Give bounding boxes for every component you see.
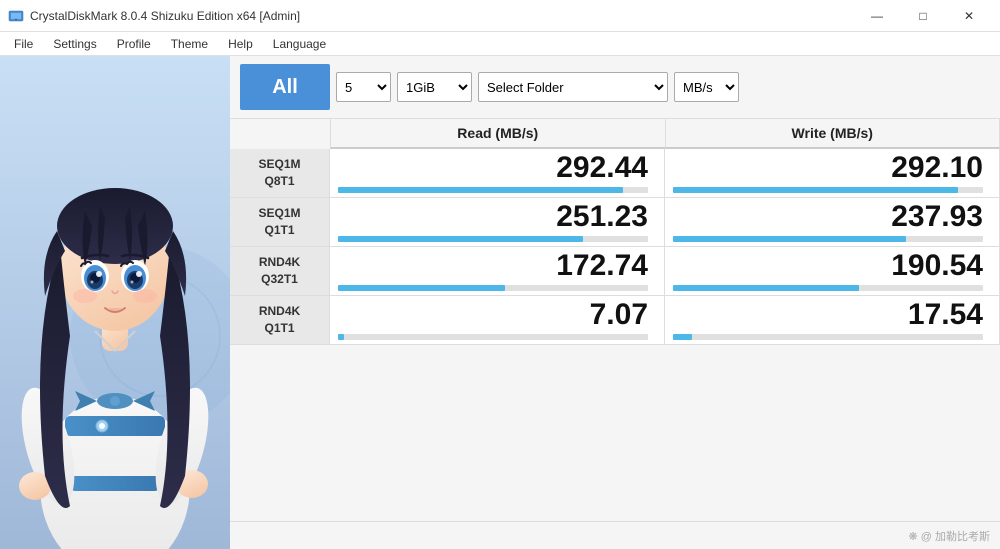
right-panel: All 1359oo 16MiB64MiB256MiB1GiB4GiB16GiB… (230, 56, 1000, 549)
unit-select[interactable]: MB/sGB/sIOPSμs (674, 72, 739, 102)
row-label-3: RND4KQ1T1 (230, 296, 330, 344)
row-read-3: 7.07 (330, 296, 665, 344)
menu-item-file[interactable]: File (4, 32, 43, 56)
folder-select[interactable]: Select Folder (478, 72, 668, 102)
read-bar-2 (338, 285, 505, 291)
write-bar-container-3 (673, 334, 983, 340)
all-button[interactable]: All (240, 64, 330, 110)
row-label-1: SEQ1MQ1T1 (230, 198, 330, 246)
row-read-2: 172.74 (330, 247, 665, 295)
read-header: Read (MB/s) (330, 119, 665, 149)
write-bar-container-1 (673, 236, 983, 242)
app-icon (8, 8, 24, 24)
write-value-0: 292.10 (891, 153, 983, 183)
main-content: All 1359oo 16MiB64MiB256MiB1GiB4GiB16GiB… (0, 56, 1000, 549)
maximize-button[interactable]: □ (900, 0, 946, 32)
bench-row-3: RND4KQ1T1 7.07 17.54 (230, 296, 1000, 345)
row-read-1: 251.23 (330, 198, 665, 246)
write-bar-2 (673, 285, 859, 291)
write-bar-container-0 (673, 187, 983, 193)
title-bar-controls: — □ ✕ (854, 0, 992, 32)
write-value-3: 17.54 (908, 300, 983, 330)
menu-item-language[interactable]: Language (263, 32, 336, 56)
read-bar-1 (338, 236, 583, 242)
write-value-1: 237.93 (891, 202, 983, 232)
read-bar-0 (338, 187, 623, 193)
menu-item-profile[interactable]: Profile (107, 32, 161, 56)
size-select[interactable]: 16MiB64MiB256MiB1GiB4GiB16GiB32GiB64GiB (397, 72, 472, 102)
bench-row-2: RND4KQ32T1 172.74 190.54 (230, 247, 1000, 296)
row-write-0: 292.10 (665, 149, 1000, 197)
title-bar-left: CrystalDiskMark 8.0.4 Shizuku Edition x6… (8, 8, 300, 24)
menu-item-help[interactable]: Help (218, 32, 263, 56)
menu-item-settings[interactable]: Settings (43, 32, 106, 56)
left-panel (0, 56, 230, 549)
row-write-3: 17.54 (665, 296, 1000, 344)
benchmark-table: Read (MB/s) Write (MB/s) SEQ1MQ8T1 292.4… (230, 119, 1000, 521)
write-value-2: 190.54 (891, 251, 983, 281)
title-bar: CrystalDiskMark 8.0.4 Shizuku Edition x6… (0, 0, 1000, 32)
row-write-1: 237.93 (665, 198, 1000, 246)
read-bar-container-1 (338, 236, 648, 242)
bench-row-1: SEQ1MQ1T1 251.23 237.93 (230, 198, 1000, 247)
row-write-2: 190.54 (665, 247, 1000, 295)
read-value-3: 7.07 (590, 300, 648, 330)
bench-row-0: SEQ1MQ8T1 292.44 292.10 (230, 149, 1000, 198)
row-label-0: SEQ1MQ8T1 (230, 149, 330, 197)
table-header: Read (MB/s) Write (MB/s) (230, 119, 1000, 149)
read-value-2: 172.74 (556, 251, 648, 281)
write-header: Write (MB/s) (665, 119, 1000, 149)
minimize-button[interactable]: — (854, 0, 900, 32)
read-bar-container-2 (338, 285, 648, 291)
label-header-cell (230, 119, 330, 149)
controls-row: All 1359oo 16MiB64MiB256MiB1GiB4GiB16GiB… (230, 56, 1000, 119)
menu-bar: FileSettingsProfileThemeHelpLanguage (0, 32, 1000, 56)
anime-character (0, 56, 230, 549)
write-bar-1 (673, 236, 906, 242)
write-bar-container-2 (673, 285, 983, 291)
read-value-0: 292.44 (556, 153, 648, 183)
watermark-text: ❋ @ 加勒比考斯 (909, 528, 991, 544)
read-bar-3 (338, 334, 344, 340)
row-label-2: RND4KQ32T1 (230, 247, 330, 295)
count-select[interactable]: 1359oo (336, 72, 391, 102)
read-bar-container-0 (338, 187, 648, 193)
read-value-1: 251.23 (556, 202, 648, 232)
read-bar-container-3 (338, 334, 648, 340)
write-bar-3 (673, 334, 692, 340)
bench-rows-container: SEQ1MQ8T1 292.44 292.10 SEQ1MQ1T1 251.23… (230, 149, 1000, 345)
window-title: CrystalDiskMark 8.0.4 Shizuku Edition x6… (30, 9, 300, 23)
menu-item-theme[interactable]: Theme (161, 32, 218, 56)
write-bar-0 (673, 187, 958, 193)
row-read-0: 292.44 (330, 149, 665, 197)
close-button[interactable]: ✕ (946, 0, 992, 32)
bottom-row: ❋ @ 加勒比考斯 (230, 521, 1000, 549)
